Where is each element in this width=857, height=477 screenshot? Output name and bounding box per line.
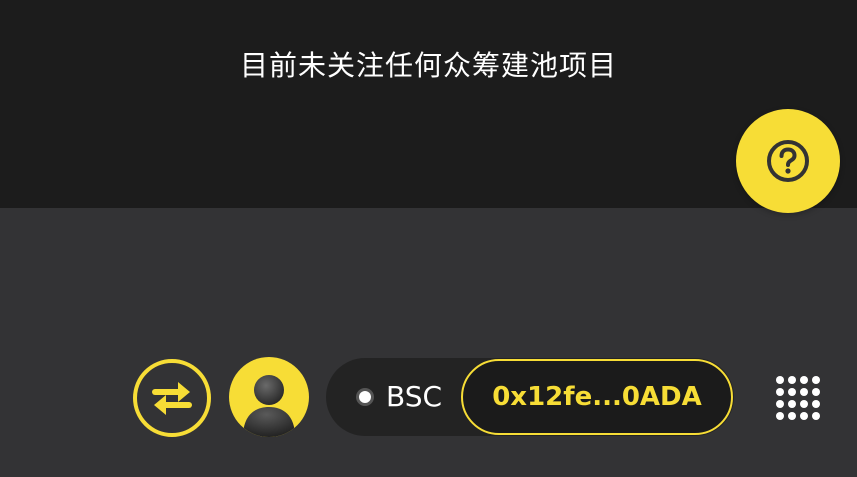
wallet-address-button[interactable]: 0x12fe...0ADA: [461, 359, 733, 435]
swap-button[interactable]: [132, 358, 212, 438]
apps-grid-dot: [788, 376, 796, 384]
user-avatar-icon: [243, 375, 295, 437]
content-panel: 目前未关注任何众筹建池项目: [0, 0, 857, 208]
avatar[interactable]: [229, 357, 309, 437]
apps-grid-icon[interactable]: [776, 376, 820, 420]
apps-grid-dot: [776, 376, 784, 384]
apps-grid-dot: [776, 400, 784, 408]
apps-grid-dot: [812, 388, 820, 396]
apps-grid-dot: [776, 388, 784, 396]
apps-grid-dot: [812, 400, 820, 408]
apps-grid-dot: [812, 376, 820, 384]
apps-grid-dot: [776, 412, 784, 420]
network-label[interactable]: BSC: [386, 378, 442, 416]
wallet-selector[interactable]: BSC 0x12fe...0ADA: [326, 358, 734, 436]
apps-grid-dot: [788, 412, 796, 420]
apps-grid-dot: [800, 412, 808, 420]
question-circle-icon: [767, 140, 809, 182]
empty-state-message: 目前未关注任何众筹建池项目: [239, 49, 617, 82]
apps-grid-dot: [800, 400, 808, 408]
swap-arrows-icon: [133, 359, 211, 437]
apps-grid-dot: [800, 388, 808, 396]
network-status-dot: [359, 391, 371, 403]
apps-grid-dot: [800, 376, 808, 384]
help-button[interactable]: [736, 109, 840, 213]
apps-grid-dot: [812, 412, 820, 420]
apps-grid-dot: [788, 388, 796, 396]
apps-grid-dot: [788, 400, 796, 408]
